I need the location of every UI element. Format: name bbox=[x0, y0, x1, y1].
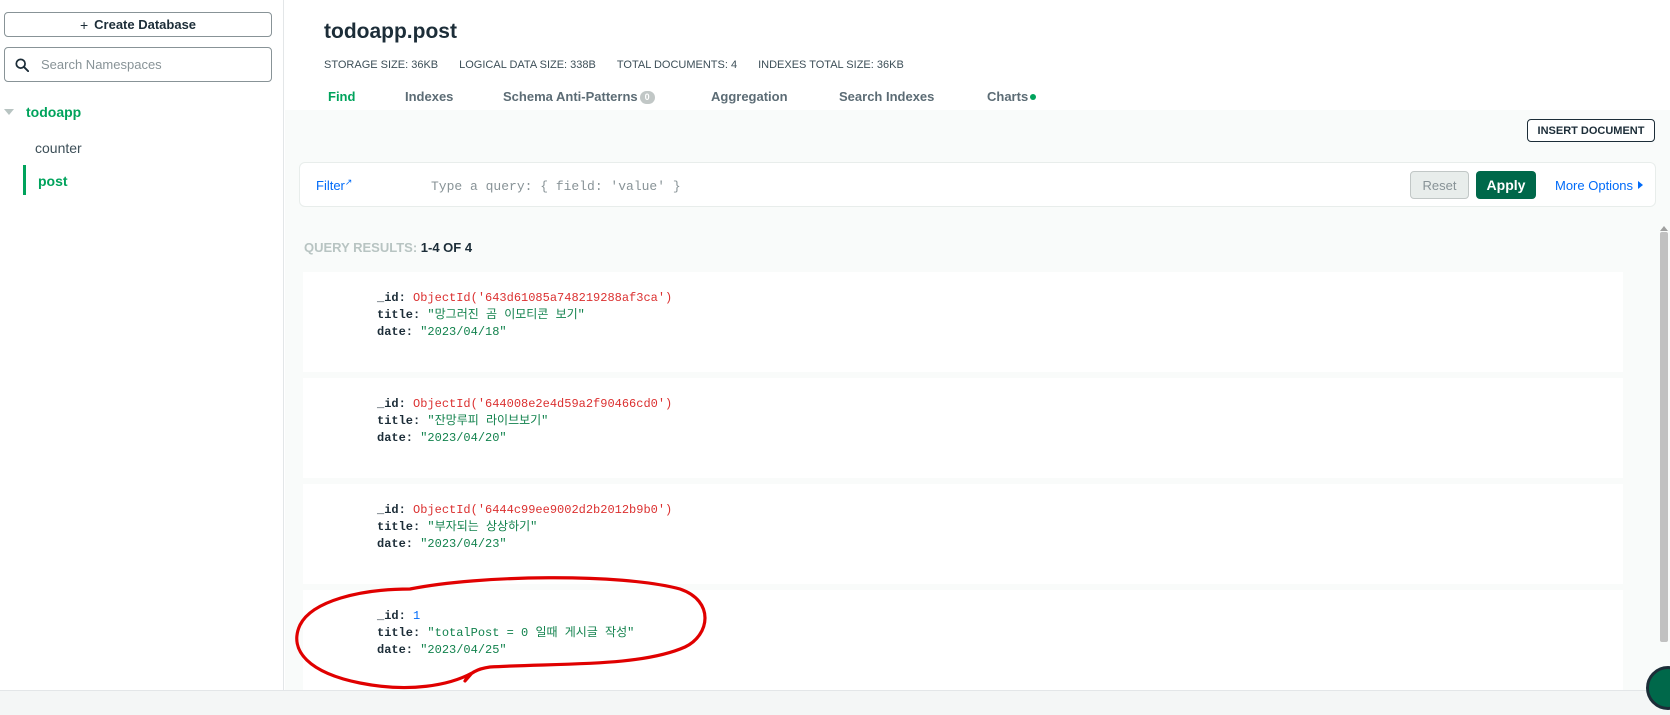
apply-button[interactable]: Apply bbox=[1476, 171, 1536, 199]
field-key-date: date: bbox=[377, 325, 414, 339]
field-key-title: title: bbox=[377, 414, 421, 428]
field-value-id: ObjectId('643d61085a748219288af3ca') bbox=[413, 291, 673, 305]
stat-logical-size: LOGICAL DATA SIZE: 338B bbox=[459, 59, 596, 71]
tab-search-indexes[interactable]: Search Indexes bbox=[839, 89, 934, 104]
database-name: todoapp bbox=[26, 104, 82, 120]
external-link-icon: ↗ bbox=[344, 177, 353, 187]
field-value-date: "2023/04/20" bbox=[420, 431, 507, 445]
sidebar-collection-counter[interactable]: counter bbox=[35, 140, 82, 156]
page-title: todoapp.post bbox=[324, 20, 457, 43]
tab-indexes[interactable]: Indexes bbox=[405, 89, 453, 104]
tab-indexes-label: Indexes bbox=[405, 89, 454, 104]
caret-down-icon[interactable] bbox=[4, 109, 14, 115]
field-value-id: 1 bbox=[413, 609, 421, 623]
main-panel: todoapp.post STORAGE SIZE: 36KB LOGICAL … bbox=[285, 0, 1670, 690]
field-key-date: date: bbox=[377, 643, 414, 657]
field-value-date: "2023/04/25" bbox=[420, 643, 507, 657]
caret-right-icon bbox=[1638, 181, 1644, 189]
insert-document-button[interactable]: INSERT DOCUMENT bbox=[1527, 119, 1655, 142]
reset-button[interactable]: Reset bbox=[1410, 171, 1469, 199]
tab-find-label: Find bbox=[328, 89, 356, 104]
document-fields: _id: ObjectId('644008e2e4d59a2f90466cd0'… bbox=[377, 396, 672, 447]
field-key-title: title: bbox=[377, 520, 421, 534]
results-label-text: QUERY RESULTS: bbox=[304, 240, 421, 255]
stat-total-documents: TOTAL DOCUMENTS: 4 bbox=[616, 59, 738, 71]
document-card[interactable]: _id: ObjectId('6444c99ee9002d2b2012b9b0'… bbox=[303, 484, 1623, 584]
more-options-label: More Options bbox=[1555, 178, 1634, 193]
compass-window: + Create Database todoapp counter post t… bbox=[0, 0, 1670, 715]
results-count: 1-4 OF 4 bbox=[420, 240, 473, 255]
new-dot-icon bbox=[1030, 94, 1037, 100]
scrollbar-thumb[interactable] bbox=[1660, 232, 1668, 642]
document-fields: _id: ObjectId('643d61085a748219288af3ca'… bbox=[377, 290, 672, 341]
active-collection-indicator bbox=[23, 165, 26, 195]
search-namespaces-input[interactable] bbox=[41, 57, 261, 72]
field-key-date: date: bbox=[377, 431, 414, 445]
sidebar-collection-post[interactable]: post bbox=[38, 173, 68, 189]
field-value-title: "부자되는 상상하기" bbox=[427, 520, 538, 534]
tab-bar: Find Indexes Schema Anti-Patterns 0 Aggre… bbox=[285, 84, 1670, 110]
document-fields: _id: ObjectId('6444c99ee9002d2b2012b9b0'… bbox=[377, 502, 672, 553]
anti-pattern-count-badge: 0 bbox=[639, 91, 655, 104]
query-results-label: QUERY RESULTS: 1-4 OF 4 bbox=[304, 240, 472, 255]
document-card[interactable]: _id: ObjectId('643d61085a748219288af3ca'… bbox=[303, 272, 1623, 372]
stat-indexes-size: INDEXES TOTAL SIZE: 36KB bbox=[758, 59, 904, 71]
field-value-id: ObjectId('644008e2e4d59a2f90466cd0') bbox=[413, 397, 673, 411]
field-value-title: "totalPost = 0 일때 게시글 작성" bbox=[427, 626, 635, 640]
field-key-id: _id: bbox=[377, 609, 406, 623]
collection-stats: STORAGE SIZE: 36KB LOGICAL DATA SIZE: 33… bbox=[324, 59, 904, 71]
tab-search-indexes-label: Search Indexes bbox=[839, 89, 935, 104]
field-key-title: title: bbox=[377, 308, 421, 322]
sidebar: + Create Database todoapp counter post bbox=[0, 0, 284, 690]
tab-aggregation[interactable]: Aggregation bbox=[711, 89, 788, 104]
create-database-label: Create Database bbox=[94, 17, 197, 32]
field-key-id: _id: bbox=[377, 503, 406, 517]
field-value-title: "잔망루피 라이브보기" bbox=[427, 414, 549, 428]
document-card[interactable]: _id: 1 title: "totalPost = 0 일때 게시글 작성" … bbox=[303, 590, 1623, 690]
filter-bar: Filter↗ Reset Apply More Options bbox=[299, 162, 1656, 207]
tab-charts[interactable]: Charts bbox=[987, 89, 1037, 104]
sidebar-database-todoapp[interactable]: todoapp bbox=[0, 100, 284, 124]
tab-schema-label: Schema Anti-Patterns bbox=[503, 89, 638, 104]
search-icon bbox=[15, 57, 29, 72]
more-options-button[interactable]: More Options bbox=[1555, 178, 1644, 193]
field-value-id: ObjectId('6444c99ee9002d2b2012b9b0') bbox=[413, 503, 673, 517]
field-key-id: _id: bbox=[377, 291, 406, 305]
field-value-title: "망그러진 곰 이모티콘 보기" bbox=[427, 308, 585, 322]
tab-find[interactable]: Find bbox=[328, 89, 355, 104]
stat-storage-size: STORAGE SIZE: 36KB bbox=[324, 59, 439, 71]
filter-link[interactable]: Filter↗ bbox=[316, 177, 352, 193]
plus-icon: + bbox=[79, 16, 89, 33]
search-namespaces-box[interactable] bbox=[4, 47, 272, 82]
document-fields: _id: 1 title: "totalPost = 0 일때 게시글 작성" … bbox=[377, 608, 634, 659]
field-key-id: _id: bbox=[377, 397, 406, 411]
field-value-date: "2023/04/23" bbox=[420, 537, 507, 551]
document-card[interactable]: _id: ObjectId('644008e2e4d59a2f90466cd0'… bbox=[303, 378, 1623, 478]
query-input[interactable] bbox=[431, 175, 1311, 197]
create-database-button[interactable]: + Create Database bbox=[4, 12, 272, 37]
tab-aggregation-label: Aggregation bbox=[711, 89, 788, 104]
tab-charts-label: Charts bbox=[987, 89, 1029, 104]
filter-label: Filter bbox=[316, 178, 345, 193]
scroll-up-arrow[interactable] bbox=[1660, 226, 1668, 231]
status-strip bbox=[0, 690, 1670, 715]
tab-schema-anti-patterns[interactable]: Schema Anti-Patterns 0 bbox=[503, 89, 655, 104]
field-key-title: title: bbox=[377, 626, 421, 640]
field-key-date: date: bbox=[377, 537, 414, 551]
field-value-date: "2023/04/18" bbox=[420, 325, 507, 339]
